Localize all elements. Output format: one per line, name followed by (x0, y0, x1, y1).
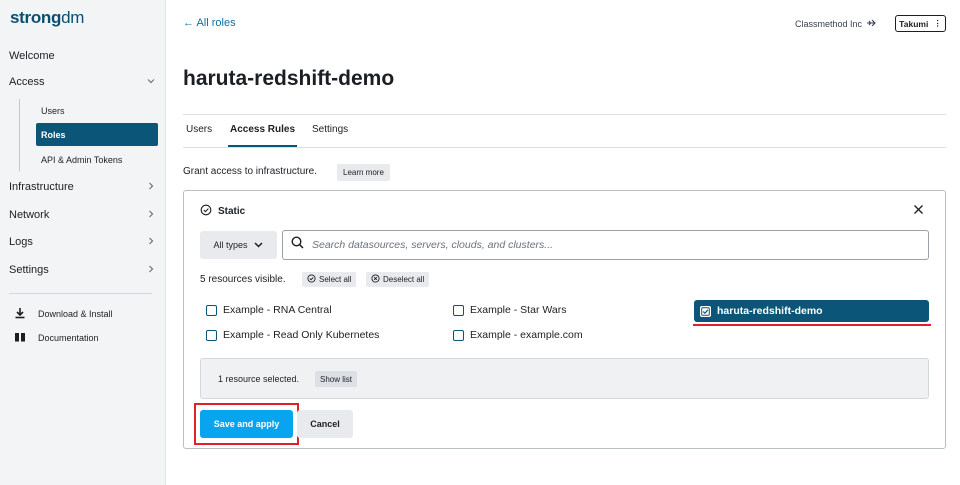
resource-label: Example - RNA Central (223, 304, 332, 316)
resource-label: Example - Star Wars (470, 304, 567, 316)
nav-settings[interactable]: Settings (9, 261, 157, 279)
user-name: Takumi (899, 18, 929, 29)
nav-infrastructure[interactable]: Infrastructure (9, 178, 157, 196)
kebab-icon: ⋮ (933, 18, 942, 28)
resource-example-com[interactable]: Example - example.com (453, 329, 583, 341)
resource-label: haruta-redshift-demo (717, 305, 823, 317)
tab-access-rules[interactable]: Access Rules (227, 124, 298, 147)
resource-read-only-kubernetes[interactable]: Example - Read Only Kubernetes (206, 329, 379, 341)
chevron-down-icon (145, 76, 157, 89)
sidebar-item-users[interactable]: Users (36, 99, 158, 122)
nav-logs-label: Logs (9, 236, 33, 248)
nav-infrastructure-label: Infrastructure (9, 181, 74, 193)
nav-access[interactable]: Access (9, 73, 157, 91)
save-and-apply-button[interactable]: Save and apply (200, 410, 293, 438)
nav-logs[interactable]: Logs (9, 233, 157, 251)
sidebar: strongdm Welcome Access Users Roles API … (0, 0, 166, 485)
checkbox[interactable] (206, 304, 217, 316)
org-name: Classmethod Inc (795, 19, 863, 29)
chevron-right-icon (145, 264, 157, 277)
nav-network-label: Network (9, 209, 50, 221)
sidebar-divider (9, 293, 152, 294)
static-rule-header: Static (200, 204, 245, 219)
tab-users[interactable]: Users (186, 124, 212, 135)
logo[interactable]: strongdm (10, 8, 84, 28)
tabs-top-divider (183, 114, 946, 115)
user-menu-button[interactable]: Takumi ⋮ (895, 15, 946, 32)
sidebar-item-api-tokens[interactable]: API & Admin Tokens (36, 148, 158, 171)
selected-count: 1 resource selected. (218, 374, 300, 384)
nav-access-label: Access (9, 76, 45, 88)
nav-welcome-label: Welcome (9, 50, 55, 62)
resource-rna-central[interactable]: Example - RNA Central (206, 304, 332, 316)
selection-summary (200, 358, 929, 399)
checkbox[interactable] (453, 304, 464, 316)
chevron-right-icon (145, 209, 157, 222)
checkbox[interactable] (206, 329, 217, 341)
tabs-bottom-divider (183, 147, 946, 148)
download-install-link[interactable]: Download & Install (14, 307, 113, 321)
resource-haruta-redshift-demo[interactable]: haruta-redshift-demo (694, 300, 929, 322)
back-to-roles-link[interactable]: ← All roles (183, 17, 236, 29)
show-list-button[interactable]: Show list (315, 371, 358, 387)
org-switcher[interactable]: Classmethod Inc (795, 18, 876, 30)
close-icon[interactable] (913, 203, 924, 218)
chevron-right-icon (145, 181, 157, 194)
all-types-label: All types (213, 240, 248, 250)
x-circle-icon (371, 274, 380, 285)
deselect-all-label: Deselect all (383, 275, 425, 284)
resource-search[interactable] (282, 230, 929, 260)
static-title: Static (218, 206, 246, 217)
chevron-down-icon (253, 239, 264, 252)
book-icon (14, 331, 26, 345)
documentation-label: Documentation (38, 333, 99, 343)
resource-label: Example - example.com (470, 329, 583, 341)
documentation-link[interactable]: Documentation (14, 331, 99, 345)
select-all-label: Select all (319, 275, 352, 284)
checkbox-checked-icon[interactable] (700, 305, 711, 317)
cancel-button[interactable]: Cancel (297, 410, 353, 438)
select-all-button[interactable]: Select all (302, 272, 357, 287)
submenu-guide (19, 99, 20, 171)
learn-more-button[interactable]: Learn more (337, 164, 390, 181)
all-types-dropdown[interactable]: All types (200, 231, 277, 259)
highlight-underline (693, 324, 931, 326)
nav-settings-label: Settings (9, 264, 49, 276)
grant-description: Grant access to infrastructure. (183, 166, 317, 177)
resource-label: Example - Read Only Kubernetes (223, 329, 380, 341)
nav-network[interactable]: Network (9, 206, 157, 224)
check-circle-icon (307, 274, 316, 285)
download-install-label: Download & Install (38, 309, 113, 319)
deselect-all-button[interactable]: Deselect all (366, 272, 430, 287)
tab-settings[interactable]: Settings (312, 124, 348, 135)
nav-welcome[interactable]: Welcome (9, 47, 157, 65)
checkbox[interactable] (453, 329, 464, 341)
resource-star-wars[interactable]: Example - Star Wars (453, 304, 566, 316)
search-input[interactable] (312, 239, 912, 251)
airplane-icon (866, 18, 876, 30)
check-circle-icon (200, 204, 212, 219)
search-icon (291, 236, 304, 254)
visible-count: 5 resources visible. (200, 274, 286, 285)
sidebar-item-roles[interactable]: Roles (36, 123, 158, 146)
page-title: haruta-redshift-demo (183, 67, 395, 90)
chevron-right-icon (145, 236, 157, 249)
download-icon (14, 307, 26, 321)
